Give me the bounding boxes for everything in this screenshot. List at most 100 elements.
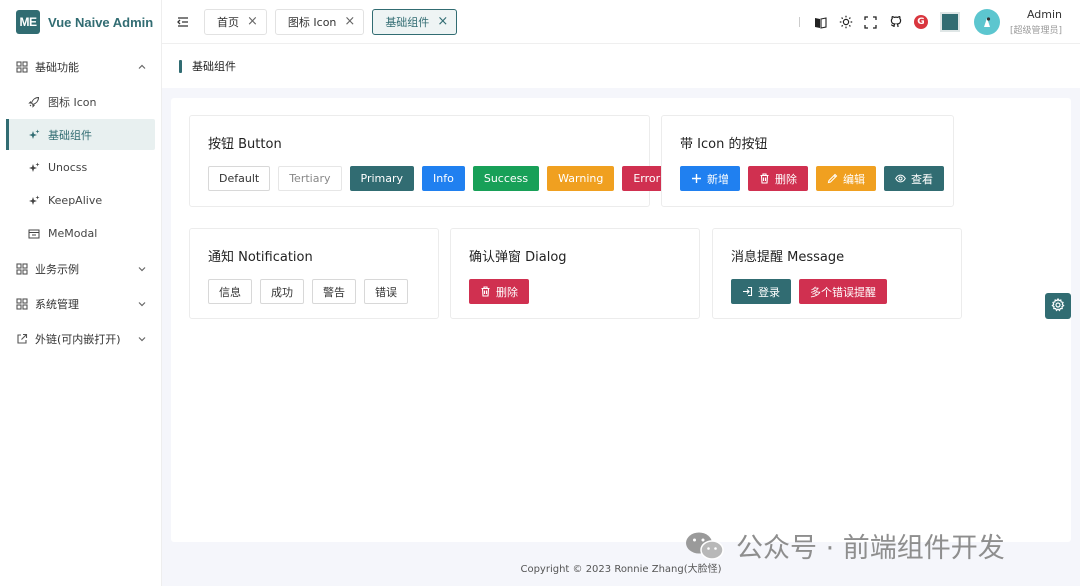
tab-home[interactable]: 首页 ×	[204, 8, 267, 35]
wechat-icon	[684, 530, 726, 562]
tab-basic-components[interactable]: 基础组件 ×	[372, 8, 458, 35]
sidebar-group-external[interactable]: 外链(可内嵌打开)	[0, 321, 161, 356]
breadcrumb-marker	[179, 59, 182, 73]
g-badge-icon[interactable]: G	[913, 15, 928, 29]
tab-label: 首页	[217, 15, 239, 29]
sidebar-item-label: Unocss	[48, 161, 88, 174]
dialog-delete-button[interactable]: 删除	[469, 279, 529, 304]
notify-success-button[interactable]: 成功	[260, 279, 304, 304]
login-button[interactable]: 登录	[731, 279, 791, 304]
add-button[interactable]: 新增	[680, 166, 740, 191]
tertiary-button[interactable]: Tertiary	[278, 166, 342, 191]
button-row: 删除	[469, 279, 537, 304]
close-icon[interactable]: ×	[247, 15, 258, 28]
view-button[interactable]: 查看	[884, 166, 944, 191]
sidebar-group-label: 业务示例	[35, 262, 79, 276]
plus-icon	[691, 173, 702, 184]
sidebar-group-business[interactable]: 业务示例	[0, 251, 161, 286]
chevron-down-icon	[137, 334, 147, 344]
main-content: 按钮 Button Default Tertiary Primary Info …	[171, 98, 1071, 542]
info-button[interactable]: Info	[422, 166, 465, 191]
sparkle-icon	[28, 129, 40, 141]
button-label: 删除	[775, 172, 797, 186]
sidebar-group-label: 基础功能	[35, 60, 79, 74]
tab-icon[interactable]: 图标 Icon ×	[274, 8, 365, 35]
sidebar-item-unocss[interactable]: Unocss	[6, 152, 155, 183]
user-name: Admin	[1026, 8, 1062, 21]
warning-button[interactable]: Warning	[547, 166, 615, 191]
button-label: 登录	[758, 285, 780, 299]
sparkle-icon	[28, 162, 40, 174]
book-icon[interactable]	[814, 15, 828, 29]
sidebar-group-label: 系统管理	[35, 297, 79, 311]
github-icon[interactable]	[889, 15, 903, 29]
button-label: 查看	[911, 172, 933, 186]
login-icon	[742, 286, 753, 297]
tab-label: 基础组件	[385, 15, 430, 29]
sidebar-item-label: 图标 Icon	[48, 95, 97, 109]
eye-icon	[895, 173, 906, 184]
card-message: 消息提醒 Message 登录 多个错误提醒	[712, 228, 962, 319]
sidebar-item-memodal[interactable]: MeModal	[6, 218, 155, 249]
theme-color-picker[interactable]	[939, 12, 960, 32]
notify-warning-button[interactable]: 警告	[312, 279, 356, 304]
success-button[interactable]: Success	[472, 166, 540, 191]
close-icon[interactable]: ×	[344, 15, 355, 28]
sun-icon[interactable]	[839, 15, 853, 29]
top-header: 首页 × 图标 Icon × 基础组件 × G Admin [超级管理员]	[162, 0, 1080, 44]
sidebar-group-label: 外链(可内嵌打开)	[35, 332, 121, 346]
brand-logo: ME	[16, 10, 40, 34]
edit-button[interactable]: 编辑	[816, 166, 876, 191]
sidebar-item-label: 基础组件	[48, 128, 92, 142]
window-icon	[28, 228, 40, 240]
menu-collapse-icon[interactable]	[176, 15, 190, 29]
pencil-icon	[827, 173, 838, 184]
close-icon[interactable]: ×	[437, 15, 448, 28]
sparkle-icon	[28, 195, 40, 207]
sidebar-item-icon[interactable]: 图标 Icon	[6, 86, 155, 117]
watermark: 公众号 · 前端组件开发	[684, 526, 1005, 565]
breadcrumb: 基础组件	[162, 44, 1080, 88]
primary-button[interactable]: Primary	[349, 166, 415, 191]
watermark-text: 公众号 · 前端组件开发	[736, 533, 1005, 564]
default-button[interactable]: Default	[208, 166, 271, 191]
button-row: 信息 成功 警告 错误	[208, 279, 416, 304]
card-title: 按钮 Button	[208, 137, 282, 152]
notify-error-button[interactable]: 错误	[364, 279, 408, 304]
card-dialog: 确认弹窗 Dialog 删除	[450, 228, 700, 319]
multi-error-button[interactable]: 多个错误提醒	[799, 279, 887, 304]
button-label: 删除	[496, 285, 518, 299]
sidebar-item-keepalive[interactable]: KeepAlive	[6, 185, 155, 216]
header-divider	[798, 17, 800, 27]
trash-icon	[480, 286, 491, 297]
card-button: 按钮 Button Default Tertiary Primary Info …	[189, 115, 672, 207]
card-icon-button: 带 Icon 的按钮 新增 删除 编辑 查看	[661, 115, 954, 207]
button-label: 新增	[707, 172, 729, 186]
chevron-down-icon	[137, 299, 147, 309]
sidebar-group-system[interactable]: 系统管理	[0, 286, 161, 321]
button-row: Default Tertiary Primary Info Success Wa…	[208, 166, 679, 191]
notify-info-button[interactable]: 信息	[208, 279, 252, 304]
button-row: 登录 多个错误提醒	[731, 279, 895, 304]
avatar[interactable]	[973, 9, 1000, 35]
rocket-icon	[28, 96, 40, 108]
card-title: 通知 Notification	[208, 250, 313, 265]
settings-button[interactable]	[1045, 293, 1071, 319]
trash-icon	[759, 173, 770, 184]
brand[interactable]: ME Vue Naive Admin	[0, 0, 161, 44]
sidebar-item-label: KeepAlive	[48, 194, 103, 207]
fullscreen-icon[interactable]	[864, 15, 878, 29]
sidebar: ME Vue Naive Admin 基础功能 图标 Icon 基础组件 Uno…	[0, 0, 162, 586]
sidebar-group-basic[interactable]: 基础功能	[0, 49, 161, 84]
delete-button[interactable]: 删除	[748, 166, 808, 191]
user-role: [超级管理员]	[1009, 26, 1062, 36]
brand-title: Vue Naive Admin	[48, 14, 154, 30]
header-actions: G Admin [超级管理员]	[798, 0, 1080, 44]
user-info[interactable]: Admin [超级管理员]	[1010, 8, 1062, 36]
grid-icon	[16, 262, 28, 275]
sidebar-item-basic-components[interactable]: 基础组件	[6, 119, 155, 150]
chevron-up-icon	[137, 62, 147, 72]
button-label: 编辑	[843, 172, 865, 186]
card-notification: 通知 Notification 信息 成功 警告 错误	[189, 228, 439, 319]
card-title: 消息提醒 Message	[731, 250, 845, 265]
